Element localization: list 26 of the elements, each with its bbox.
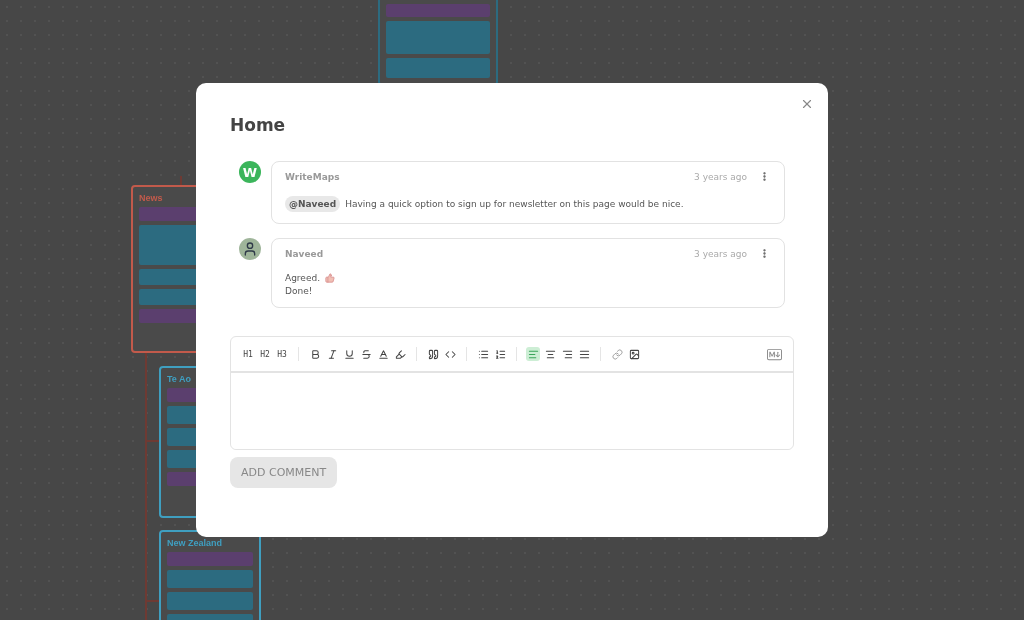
node-title: New Zealand xyxy=(167,538,223,548)
comment-time: 3 years ago xyxy=(694,171,747,182)
node-title: Te Ao xyxy=(167,374,192,384)
highlighter-icon[interactable] xyxy=(393,347,407,361)
markdown-icon[interactable] xyxy=(766,347,783,361)
close-icon[interactable] xyxy=(800,97,814,111)
heading-button[interactable]: H1 xyxy=(241,347,255,361)
mention-tag: @Naveed xyxy=(285,196,341,212)
node-title: News xyxy=(139,193,164,203)
comment-author: WriteMaps xyxy=(285,171,341,182)
image-icon[interactable] xyxy=(627,347,641,361)
strikethrough-icon[interactable] xyxy=(359,347,373,361)
numbered-list-icon[interactable] xyxy=(493,347,507,361)
avatar: W xyxy=(239,161,261,183)
text-color-icon[interactable] xyxy=(376,347,390,361)
heading-button[interactable]: H2 xyxy=(258,347,272,361)
quote-icon[interactable] xyxy=(426,347,440,361)
comment-text: Done! xyxy=(285,286,313,296)
comment-author: Naveed xyxy=(285,248,325,259)
dialog-title: Home xyxy=(230,115,287,135)
underline-icon[interactable] xyxy=(342,347,356,361)
heading-button[interactable]: H3 xyxy=(275,347,289,361)
avatar xyxy=(239,238,261,260)
comment-text: Agreed. xyxy=(285,273,321,283)
comment-text: Having a quick option to sign up for newsletter on this page would be nice. xyxy=(345,199,684,209)
comment-time: 3 years ago xyxy=(694,248,747,259)
